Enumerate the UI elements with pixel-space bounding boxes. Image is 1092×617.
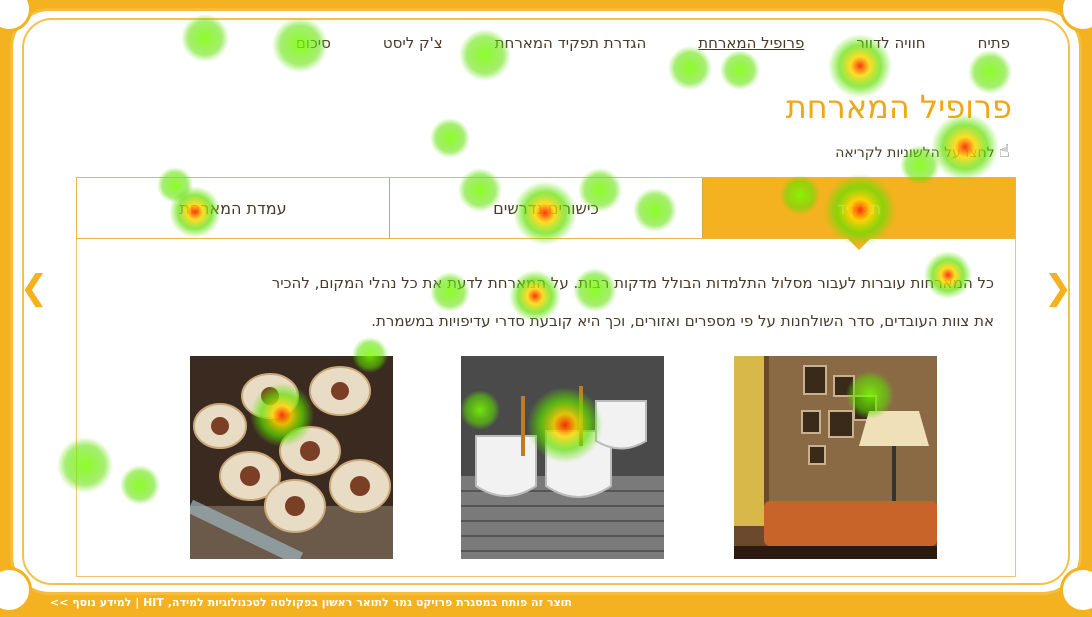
photo-cafe-interior (734, 356, 937, 559)
hand-pointer-icon: ☝ (999, 141, 1010, 162)
nav-item-role-definition[interactable]: הגדרת תפקיד המארחת (495, 34, 647, 58)
tab-skills[interactable]: כישורים נדרשים (389, 178, 702, 238)
tab-bar: תפקיד כישורים נדרשים עמדת המארחת (76, 177, 1016, 250)
chevron-left-icon[interactable]: ❮ (16, 270, 52, 306)
tab-content-text: כל המארחות עוברות לעבור מסלול התלמדות הב… (110, 264, 994, 340)
page-subtitle: ☝ לחצו על הלשוניות לקריאה (835, 141, 1010, 162)
nav-item-checklist[interactable]: צ'ק ליסט (383, 34, 443, 58)
nav-item-experience[interactable]: חוויה לדוור (856, 34, 925, 58)
nav-item-summary[interactable]: סיכום (296, 34, 331, 58)
photo-coffee-cups (461, 356, 664, 559)
content-line-2: את צוות העובדים, סדר השולחנות על פי מספר… (371, 312, 994, 330)
content-line-1: כל המארחות עוברות לעבור מסלול התלמדות הב… (271, 274, 994, 292)
tab-role[interactable]: תפקיד (702, 178, 1015, 250)
top-nav: פתיח חוויה לדוור פרופיל המארחת הגדרת תפק… (190, 34, 1010, 58)
frame-corner-bottom-right (1060, 567, 1092, 613)
page-subtitle-text: לחצו על הלשוניות לקריאה (835, 145, 995, 161)
photo-pastries (190, 356, 393, 559)
nav-item-host-profile[interactable]: פרופיל המארחת (698, 34, 804, 58)
tab-host-station[interactable]: עמדת המארחת (77, 178, 389, 238)
nav-item-intro[interactable]: פתיח (978, 34, 1010, 58)
page-title: פרופיל המארחת (785, 88, 1012, 126)
footer-credit[interactable]: תוצר זה פותח במסגרת פרויקט גמר לתואר ראש… (50, 596, 572, 609)
chevron-right-icon[interactable]: ❯ (1040, 270, 1076, 306)
